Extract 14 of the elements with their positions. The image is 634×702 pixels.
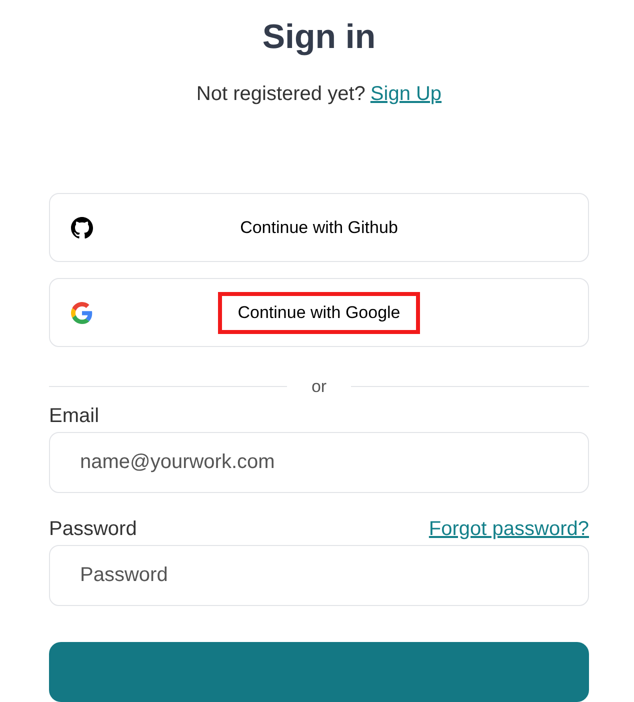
provider-button[interactable]: Continue with Google <box>49 278 589 347</box>
page-title: Sign in <box>261 17 377 58</box>
google-icon <box>71 302 93 324</box>
register-prompt: Not registered yet? <box>196 82 366 106</box>
sign-up-link[interactable]: Sign Up <box>370 82 442 106</box>
email-field[interactable]: name@yourwork.com <box>49 432 589 494</box>
github-icon <box>71 216 93 238</box>
forgot-password-link[interactable]: Forgot password? <box>428 517 589 542</box>
password-field[interactable]: Password <box>49 545 589 606</box>
provider-button[interactable]: Continue with Github <box>49 193 589 262</box>
divider-label: or <box>311 376 327 397</box>
password-label: Password <box>49 517 137 542</box>
email-label: Email <box>49 404 100 428</box>
submit-button[interactable] <box>49 642 589 702</box>
